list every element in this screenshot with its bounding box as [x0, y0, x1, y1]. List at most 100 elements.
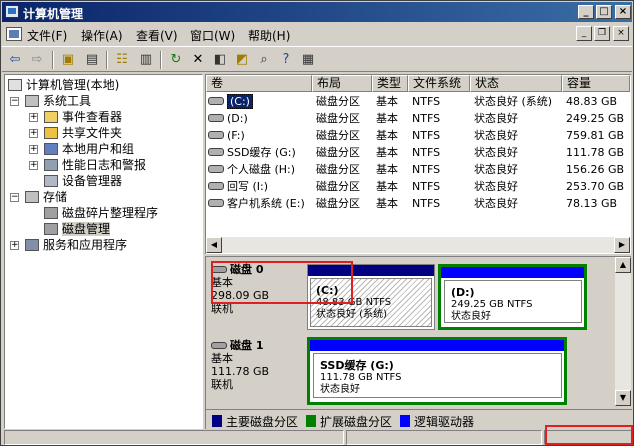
scroll-right-icon[interactable]: ▶ — [614, 237, 630, 253]
tree-item-local-users[interactable]: 本地用户和组 — [44, 141, 134, 157]
tree-item-services[interactable]: 服务和应用程序 — [25, 237, 127, 253]
vertical-scrollbar[interactable]: ▲ ▼ — [615, 257, 631, 406]
horizontal-scrollbar[interactable]: ◀ ▶ — [206, 237, 630, 253]
partition-g[interactable]: SSD缓存 (G:) 111.78 GB NTFS 状态良好 — [307, 337, 567, 405]
extra-icon[interactable]: ▦ — [298, 50, 318, 70]
scroll-left-icon[interactable]: ◀ — [206, 237, 222, 253]
search-icon[interactable]: ⌕ — [254, 50, 274, 70]
column-header-volume[interactable]: 卷 — [206, 75, 312, 92]
table-row[interactable]: 回写 (I:) 磁盘分区 基本 NTFS 状态良好 253.70 GB — [206, 178, 632, 195]
filesystem-cell: NTFS — [412, 112, 441, 125]
table-row[interactable]: SSD缓存 (G:) 磁盘分区 基本 NTFS 状态良好 111.78 GB — [206, 144, 632, 161]
collapse-icon[interactable]: − — [10, 193, 19, 202]
expand-icon[interactable]: + — [29, 113, 38, 122]
layout-cell: 磁盘分区 — [316, 95, 360, 108]
tree-item-shared-folders[interactable]: 共享文件夹 — [44, 125, 122, 141]
menu-action[interactable]: 操作(A) — [81, 27, 123, 44]
table-row[interactable]: (C:) 磁盘分区 基本 NTFS 状态良好 (系统) 48.83 GB — [206, 93, 632, 110]
expand-icon[interactable]: + — [29, 161, 38, 170]
tree-item-perf-logs[interactable]: 性能日志和警报 — [44, 157, 146, 173]
scroll-down-icon[interactable]: ▼ — [615, 390, 631, 406]
status-cell: 状态良好 — [474, 163, 518, 176]
properties-icon[interactable]: ☷ — [112, 50, 132, 70]
column-header-status[interactable]: 状态 — [470, 75, 562, 92]
filesystem-cell: NTFS — [412, 95, 441, 108]
drive-icon — [208, 165, 224, 173]
filesystem-cell: NTFS — [412, 129, 441, 142]
back-icon[interactable]: ⇦ — [5, 50, 25, 70]
tree-item-storage[interactable]: 存储 — [25, 189, 67, 205]
expand-icon[interactable]: + — [29, 129, 38, 138]
expand-icon[interactable]: + — [29, 145, 38, 154]
disk-1-header: 磁盘 1 — [211, 339, 309, 352]
column-header-capacity[interactable]: 容量 — [562, 75, 630, 92]
toolbar-separator — [160, 51, 162, 69]
title-bar[interactable]: 计算机管理 _ □ × — [2, 2, 632, 22]
mdi-minimize-icon[interactable]: _ — [576, 26, 592, 41]
volume-cell: (C:) — [208, 93, 253, 110]
column-header-type[interactable]: 类型 — [372, 75, 408, 92]
tree-item-system-tools[interactable]: 系统工具 — [25, 93, 91, 109]
maximize-icon[interactable]: □ — [596, 5, 612, 19]
up-folder-icon[interactable]: ▣ — [58, 50, 78, 70]
table-row[interactable]: 客户机系统 (E:) 磁盘分区 基本 NTFS 状态良好 78.13 GB — [206, 195, 632, 212]
tools-icon — [25, 95, 39, 107]
capacity-cell: 249.25 GB — [566, 112, 625, 125]
mdi-restore-icon[interactable]: ❐ — [594, 26, 610, 41]
menu-file[interactable]: 文件(F) — [27, 27, 67, 44]
forward-icon[interactable]: ⇨ — [27, 50, 47, 70]
close-icon[interactable]: × — [615, 5, 631, 19]
layout-cell: 磁盘分区 — [316, 146, 360, 159]
volume-cell: (F:) — [208, 127, 245, 144]
refresh-icon[interactable]: ↻ — [166, 50, 186, 70]
type-cell: 基本 — [376, 129, 398, 142]
scroll-up-icon[interactable]: ▲ — [615, 257, 631, 273]
type-cell: 基本 — [376, 197, 398, 210]
filesystem-cell: NTFS — [412, 180, 441, 193]
type-cell: 基本 — [376, 163, 398, 176]
collapse-icon[interactable]: − — [10, 97, 19, 106]
console-menu-icon[interactable] — [6, 27, 22, 41]
disk-1-size: 111.78 GB — [211, 365, 270, 378]
rescan-icon[interactable]: ◧ — [210, 50, 230, 70]
menu-help[interactable]: 帮助(H) — [248, 27, 290, 44]
menu-view[interactable]: 查看(V) — [136, 27, 178, 44]
table-row[interactable]: 个人磁盘 (H:) 磁盘分区 基本 NTFS 状态良好 156.26 GB — [206, 161, 632, 178]
type-cell: 基本 — [376, 146, 398, 159]
column-header-filesystem[interactable]: 文件系统 — [408, 75, 470, 92]
open-icon[interactable]: ◩ — [232, 50, 252, 70]
volume-cell: SSD缓存 (G:) — [208, 144, 296, 161]
status-cell: 状态良好 — [474, 146, 518, 159]
type-cell: 基本 — [376, 95, 398, 108]
column-header-layout[interactable]: 布局 — [312, 75, 372, 92]
console-icon[interactable]: ▥ — [136, 50, 156, 70]
tree-item-event-viewer[interactable]: 事件查看器 — [44, 109, 122, 125]
table-row[interactable]: (D:) 磁盘分区 基本 NTFS 状态良好 249.25 GB — [206, 110, 632, 127]
tree-item-disk-management[interactable]: 磁盘管理 — [44, 221, 111, 237]
defrag-icon — [44, 207, 58, 219]
partition-d[interactable]: (D:) 249.25 GB NTFS 状态良好 — [438, 264, 587, 330]
menu-window[interactable]: 窗口(W) — [190, 27, 235, 44]
computer-icon — [8, 79, 22, 91]
tree-item-device-manager[interactable]: 设备管理器 — [44, 173, 122, 189]
volume-cell: 客户机系统 (E:) — [208, 195, 305, 212]
tree-item-defrag[interactable]: 磁盘碎片整理程序 — [44, 205, 158, 221]
filesystem-cell: NTFS — [412, 146, 441, 159]
layout-cell: 磁盘分区 — [316, 112, 360, 125]
show-tree-icon[interactable]: ▤ — [82, 50, 102, 70]
help-icon[interactable]: ? — [276, 50, 296, 70]
minimize-icon[interactable]: _ — [578, 5, 594, 19]
disk-1-label[interactable]: 磁盘 1 基本 111.78 GB 联机 — [211, 339, 309, 405]
toolbar: ⇦ ⇨ ▣ ▤ ☷ ▥ ↻ ✕ ◧ ◩ ⌕ ? ▦ — [2, 46, 632, 72]
tree-item-root[interactable]: 计算机管理(本地) — [8, 77, 119, 93]
capacity-cell: 253.70 GB — [566, 180, 625, 193]
mdi-close-icon[interactable]: × — [613, 26, 629, 41]
delete-icon[interactable]: ✕ — [188, 50, 208, 70]
event-viewer-icon — [44, 111, 58, 123]
drive-icon — [208, 199, 224, 207]
type-cell: 基本 — [376, 180, 398, 193]
type-cell: 基本 — [376, 112, 398, 125]
app-icon — [5, 5, 19, 18]
expand-icon[interactable]: + — [10, 241, 19, 250]
table-row[interactable]: (F:) 磁盘分区 基本 NTFS 状态良好 759.81 GB — [206, 127, 632, 144]
